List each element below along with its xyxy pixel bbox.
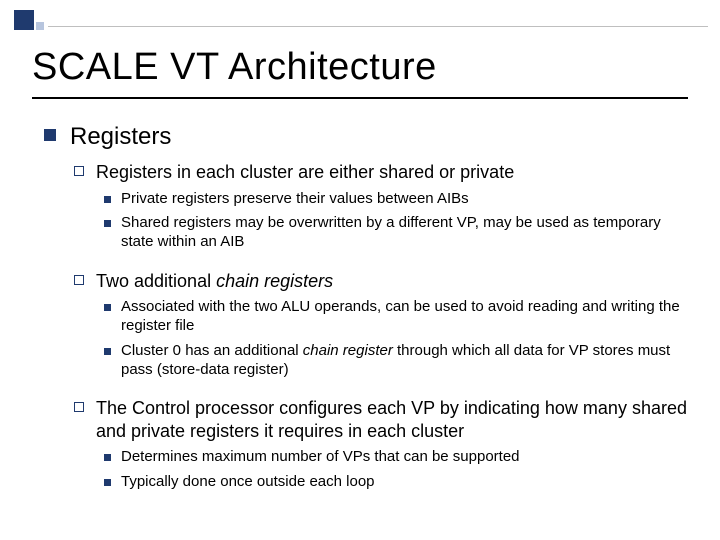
bullet-text: Two additional chain registers	[96, 270, 333, 293]
bullet-marker-filled	[44, 129, 56, 141]
slide-content: Registers Registers in each cluster are …	[0, 99, 720, 492]
corner-decoration	[14, 10, 94, 34]
bullet-marker-hollow	[74, 402, 84, 412]
bullet-level2: Two additional chain registers	[74, 270, 688, 293]
bullet-text: Shared registers may be overwritten by a…	[121, 214, 688, 252]
bullet-level2: Registers in each cluster are either sha…	[74, 161, 688, 184]
bullet-text: Typically done once outside each loop	[121, 473, 375, 492]
bullet-level3: Shared registers may be overwritten by a…	[104, 214, 688, 252]
bullet-level3: Typically done once outside each loop	[104, 473, 688, 492]
slide: SCALE VT Architecture Registers Register…	[0, 0, 720, 540]
italic-text: chain register	[303, 342, 397, 359]
bullet-text: Registers	[70, 123, 171, 151]
bullet-level2: The Control processor configures each VP…	[74, 397, 688, 442]
bullet-text: Associated with the two ALU operands, ca…	[121, 298, 688, 336]
deco-square-small	[36, 22, 44, 30]
bullet-text: Registers in each cluster are either sha…	[96, 161, 514, 184]
bullet-text: The Control processor configures each VP…	[96, 397, 688, 442]
bullet-text: Private registers preserve their values …	[121, 190, 469, 209]
bullet-marker-hollow	[74, 166, 84, 176]
bullet-marker-small	[104, 479, 111, 486]
deco-line	[48, 26, 708, 27]
slide-title: SCALE VT Architecture	[0, 0, 720, 89]
bullet-text: Cluster 0 has an additional chain regist…	[121, 342, 688, 380]
bullet-level3: Determines maximum number of VPs that ca…	[104, 448, 688, 467]
bullet-level1: Registers	[44, 123, 688, 151]
bullet-marker-small	[104, 454, 111, 461]
bullet-marker-small	[104, 304, 111, 311]
deco-square-large	[14, 10, 34, 30]
text-part: Cluster 0 has an additional	[121, 342, 303, 359]
bullet-marker-hollow	[74, 275, 84, 285]
bullet-marker-small	[104, 348, 111, 355]
bullet-level3: Private registers preserve their values …	[104, 190, 688, 209]
bullet-level3: Associated with the two ALU operands, ca…	[104, 298, 688, 336]
italic-text: chain registers	[216, 271, 333, 291]
text-part: Two additional	[96, 271, 216, 291]
bullet-marker-small	[104, 196, 111, 203]
bullet-marker-small	[104, 220, 111, 227]
bullet-level3: Cluster 0 has an additional chain regist…	[104, 342, 688, 380]
bullet-text: Determines maximum number of VPs that ca…	[121, 448, 520, 467]
